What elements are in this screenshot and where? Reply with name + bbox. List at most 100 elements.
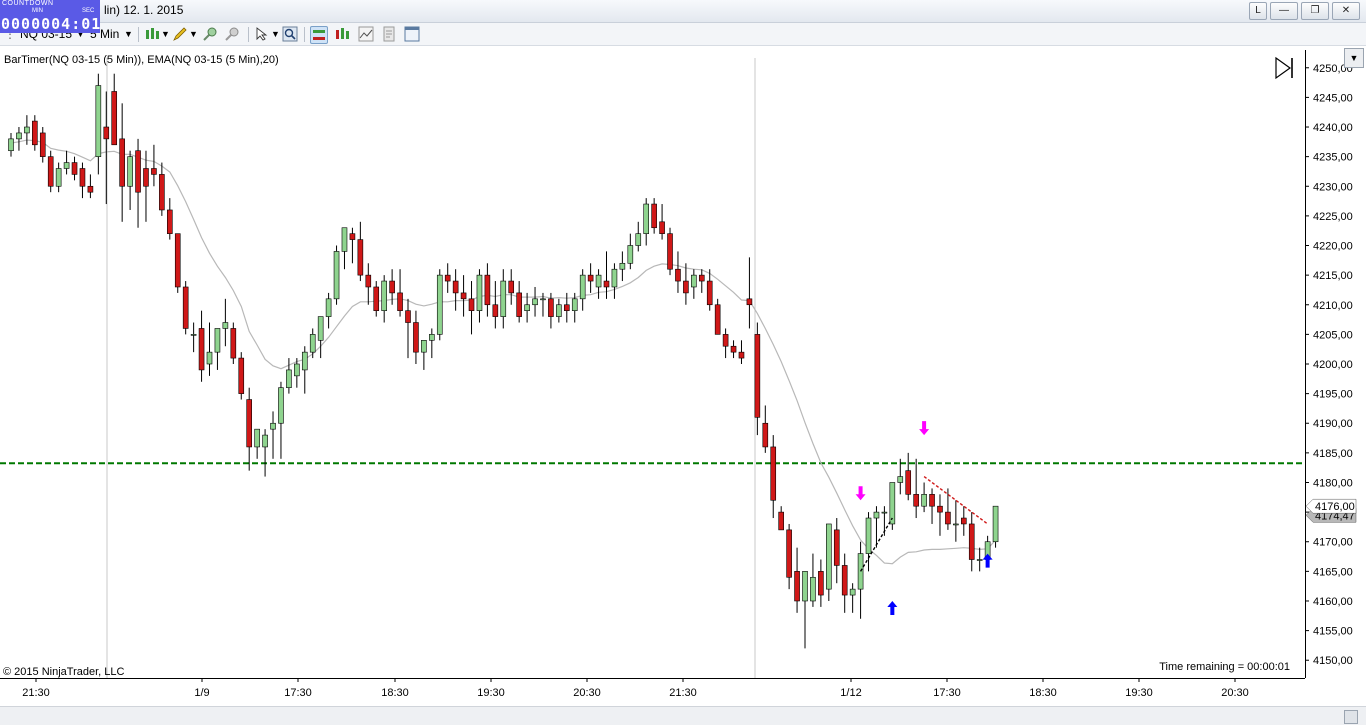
y-tick-label: 4205,00 — [1313, 329, 1353, 341]
restore-button[interactable]: ❐ — [1301, 2, 1329, 20]
candle — [516, 292, 522, 317]
candle — [627, 245, 634, 264]
scrollbar-handle[interactable] — [1344, 710, 1358, 724]
candle — [460, 292, 467, 300]
x-tick-label: 21:30 — [669, 687, 697, 699]
candle — [484, 274, 491, 306]
candle — [889, 482, 896, 525]
title-bar: lin) 12. 1. 2015 L — ❐ ✕ — [0, 0, 1366, 23]
candle — [691, 274, 697, 288]
candle — [492, 304, 499, 317]
candle — [818, 571, 824, 596]
candle — [429, 334, 435, 341]
chevron-down-icon[interactable]: ▼ — [124, 26, 133, 42]
indicators-icon[interactable] — [358, 26, 374, 42]
y-tick-label: 4180,00 — [1313, 477, 1353, 489]
candle — [929, 494, 935, 507]
ema-line — [10, 139, 997, 565]
candle — [71, 162, 78, 175]
bar-timer-countdown: COUNTDOWN MIN SEC 0000004:01 — [0, 0, 100, 33]
x-tick-label: 1/12 — [840, 687, 861, 699]
candle — [683, 280, 689, 294]
chevron-down-icon[interactable]: ▼ — [161, 26, 170, 42]
candle — [405, 310, 411, 323]
candle — [770, 446, 777, 501]
chevron-down-icon[interactable]: ▼ — [1344, 48, 1364, 68]
candle — [397, 292, 403, 311]
candle — [301, 351, 308, 371]
countdown-min-label: MIN — [32, 8, 43, 14]
candle — [786, 529, 792, 578]
candle — [278, 387, 284, 424]
candle — [833, 529, 840, 566]
pointer-icon[interactable] — [254, 26, 270, 42]
candle — [698, 274, 705, 282]
close-button[interactable]: ✕ — [1332, 2, 1360, 20]
candle — [667, 233, 673, 270]
link-button[interactable]: L — [1249, 2, 1267, 20]
candle — [357, 239, 364, 276]
y-tick-label: 4150,00 — [1313, 655, 1353, 667]
search-icon[interactable] — [282, 26, 298, 42]
candle — [198, 328, 205, 371]
candle — [992, 505, 999, 543]
candle — [587, 274, 594, 282]
candle — [190, 334, 197, 336]
candle — [317, 316, 324, 341]
candle — [262, 434, 268, 448]
bar-style-icon[interactable] — [144, 26, 160, 42]
candle — [452, 280, 459, 294]
scroll-to-end-icon[interactable] — [1275, 56, 1292, 80]
candle — [341, 227, 348, 252]
candle — [32, 120, 38, 146]
candle — [976, 559, 983, 561]
candle — [421, 340, 427, 353]
properties-icon[interactable] — [404, 26, 420, 42]
candle — [24, 126, 30, 134]
candle — [619, 262, 626, 270]
candlestick-chart[interactable]: 4250,004245,004240,004235,004230,004225,… — [0, 46, 1366, 706]
chart-trader-icon[interactable] — [310, 26, 328, 44]
candle — [659, 221, 665, 234]
horizontal-scrollbar[interactable] — [0, 706, 1366, 725]
indicator-label: BarTimer(NQ 03-15 (5 Min)), EMA(NQ 03-15… — [4, 54, 279, 66]
strategy-icon[interactable] — [334, 26, 350, 42]
candle — [127, 156, 133, 187]
y-tick-label: 4190,00 — [1313, 418, 1353, 430]
toolbar-separator — [138, 27, 139, 42]
chevron-down-icon[interactable]: ▼ — [189, 26, 198, 42]
candle — [841, 565, 848, 596]
y-tick-label: 4220,00 — [1313, 241, 1353, 253]
buy-arrow-icon — [982, 553, 993, 568]
candle — [103, 126, 110, 140]
document-icon[interactable] — [381, 26, 397, 42]
y-tick-label: 4195,00 — [1313, 389, 1353, 401]
candle — [706, 280, 713, 306]
candle — [722, 334, 729, 347]
pencil-icon[interactable] — [172, 26, 188, 42]
y-tick-label: 4215,00 — [1313, 270, 1353, 282]
last-price-label: 4176,00 — [1315, 501, 1355, 513]
candle — [730, 345, 737, 353]
candle — [349, 233, 356, 240]
candle — [294, 363, 300, 377]
candle — [611, 268, 618, 288]
candle — [206, 351, 213, 365]
candle — [159, 174, 165, 211]
candle — [238, 357, 245, 394]
y-tick-label: 4200,00 — [1313, 359, 1353, 371]
minimize-button[interactable]: — — [1270, 2, 1298, 20]
chevron-down-icon[interactable]: ▼ — [271, 26, 280, 42]
candle — [532, 298, 538, 306]
zoom-in-icon[interactable] — [202, 26, 218, 42]
candle — [778, 511, 784, 531]
candle — [39, 132, 46, 157]
x-tick-label: 19:30 — [1125, 687, 1153, 699]
zoom-out-icon[interactable] — [224, 26, 240, 42]
candle — [968, 523, 975, 560]
y-tick-label: 4235,00 — [1313, 152, 1353, 164]
chart-panel[interactable]: 4250,00 4245,00 4240,00 4235,00 4230,00 4225,… — [0, 46, 1366, 724]
window-title: lin) 12. 1. 2015 — [104, 3, 184, 17]
candle — [373, 286, 380, 311]
candle — [444, 274, 451, 282]
